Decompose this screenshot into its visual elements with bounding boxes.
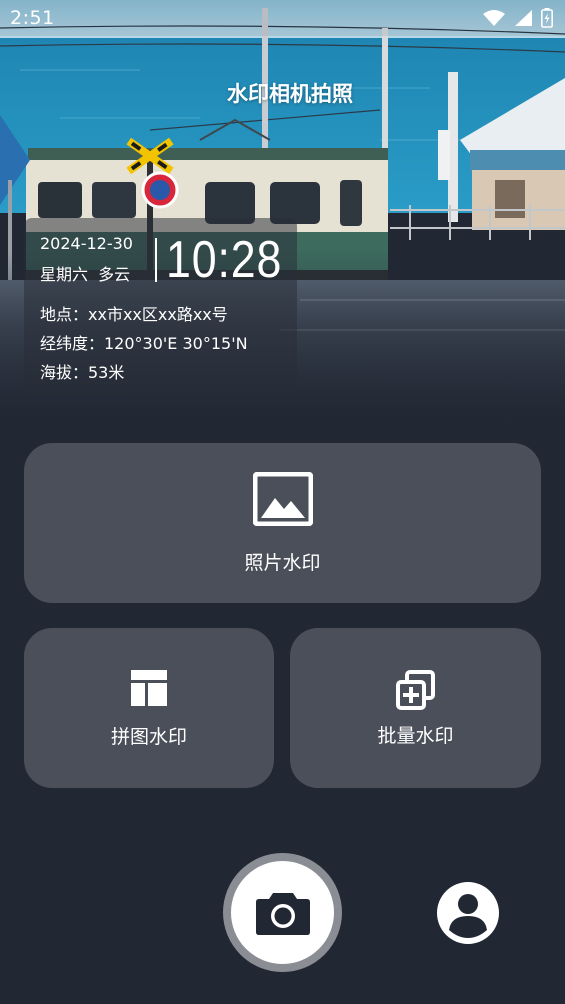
photo-watermark-button[interactable]: 照片水印	[24, 443, 541, 603]
watermark-weekday-weather: 星期六 多云	[40, 265, 131, 284]
status-icons	[483, 8, 553, 28]
watermark-altitude: 海拔：53米	[40, 363, 125, 382]
profile-button[interactable]	[437, 882, 499, 944]
page-title: 水印相机拍照	[227, 82, 353, 106]
user-profile-icon	[449, 894, 487, 938]
shutter-button[interactable]	[223, 853, 342, 972]
image-icon	[252, 471, 313, 526]
batch-add-icon	[395, 669, 435, 710]
camera-icon	[255, 892, 310, 935]
collage-watermark-label: 拼图水印	[110, 725, 187, 748]
battery-charging-icon	[541, 8, 553, 28]
wifi-icon	[483, 10, 505, 26]
collage-watermark-button[interactable]: 拼图水印	[24, 628, 274, 788]
status-bar: 2:51	[0, 0, 565, 36]
watermark-clock: 10:28	[166, 231, 283, 289]
collage-layout-icon	[131, 669, 167, 706]
watermark-divider	[155, 238, 157, 282]
status-time: 2:51	[10, 7, 55, 29]
photo-watermark-label: 照片水印	[244, 551, 321, 574]
batch-watermark-label: 批量水印	[377, 724, 454, 747]
signal-icon	[515, 10, 532, 26]
watermark-preview-card: 2024-12-30 星期六 多云 10:28 地点：xx市xx区xx路xx号 …	[24, 218, 297, 396]
watermark-coordinates: 经纬度：120°30'E 30°15'N	[40, 334, 248, 353]
watermark-date: 2024-12-30	[40, 234, 133, 253]
watermark-location: 地点：xx市xx区xx路xx号	[40, 305, 228, 324]
batch-watermark-button[interactable]: 批量水印	[290, 628, 541, 788]
